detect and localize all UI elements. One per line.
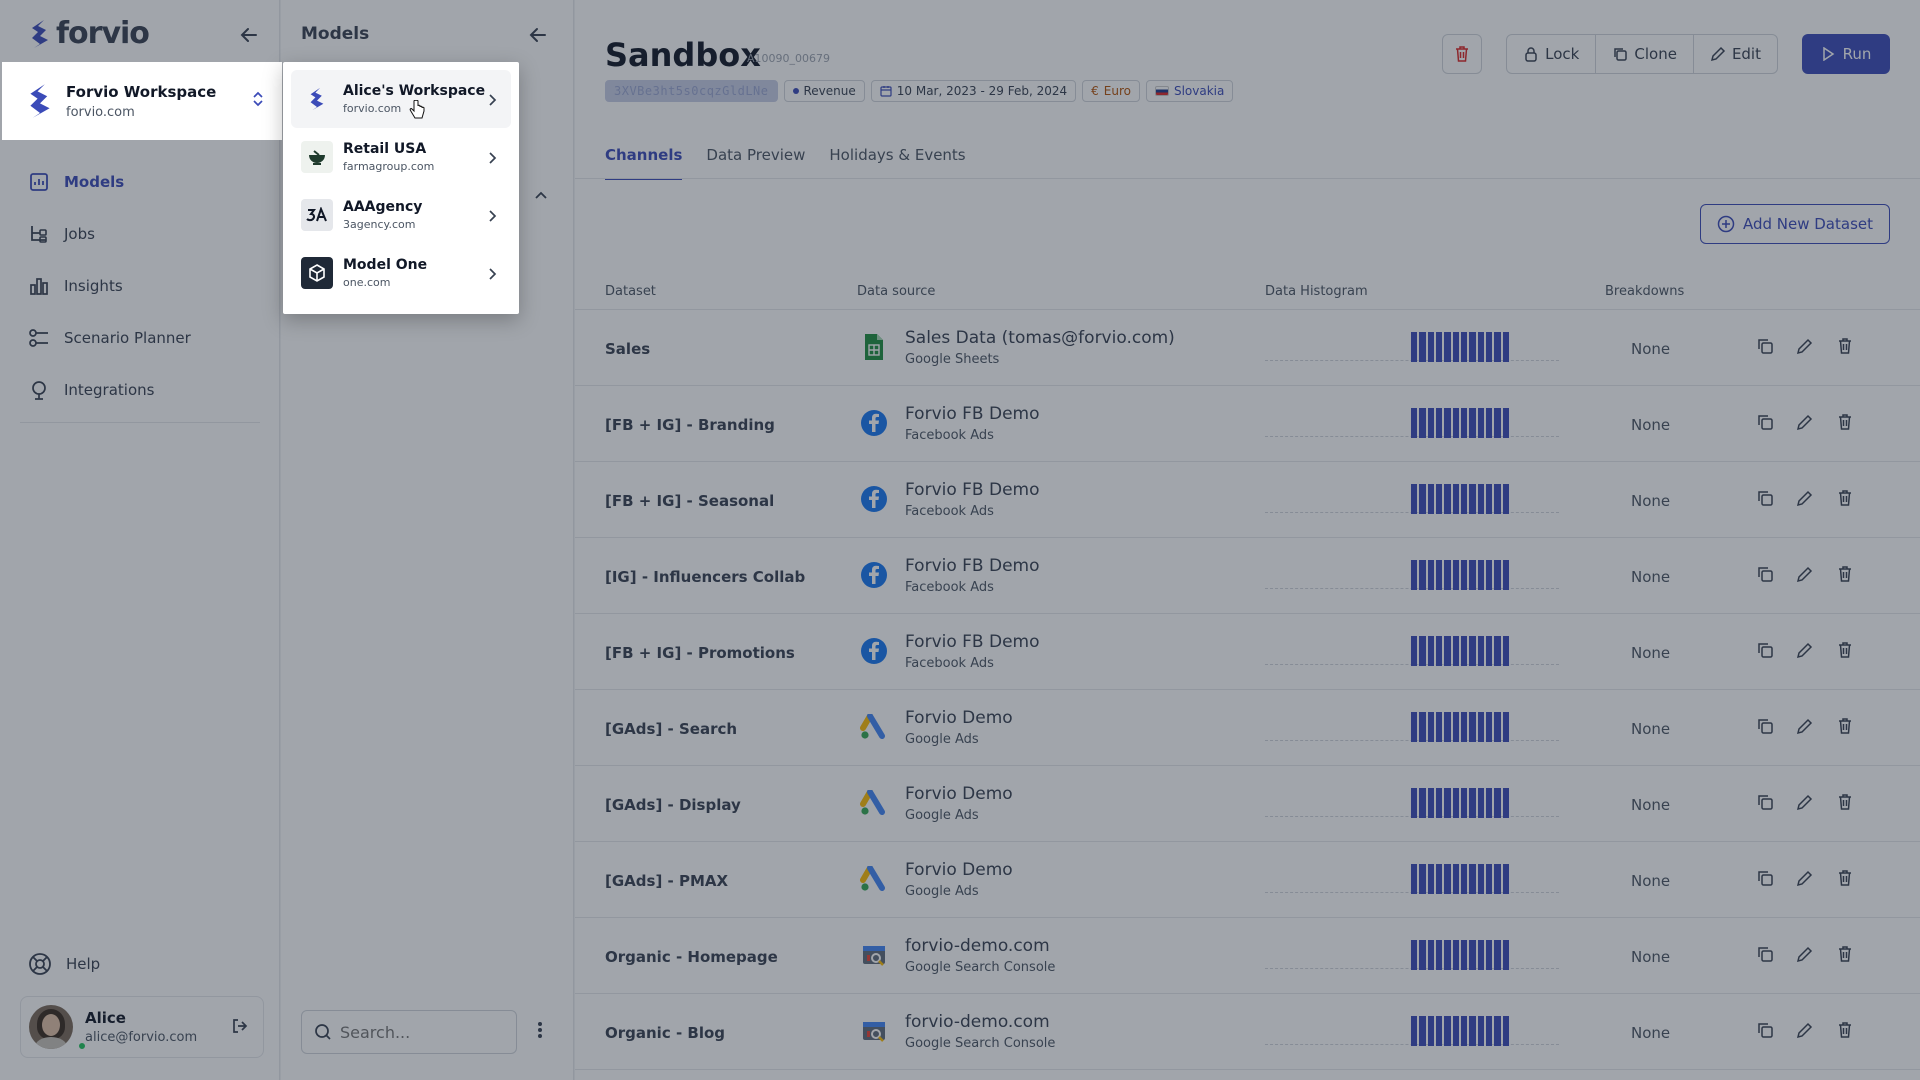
workspace-name: Forvio Workspace bbox=[66, 82, 217, 101]
workspace-option-name: Retail USA bbox=[343, 141, 427, 157]
workspace-option-retail-usa[interactable]: Retail USA farmagroup.com bbox=[291, 128, 511, 186]
aaagency-logo-icon bbox=[301, 199, 333, 231]
chevron-right-icon bbox=[487, 208, 497, 227]
workspace-dropdown: Alice's Workspace forvio.com Retail USA … bbox=[283, 62, 519, 314]
cube-icon bbox=[301, 257, 333, 289]
hand-cursor-icon bbox=[409, 99, 425, 124]
workspace-option-domain: one.com bbox=[343, 276, 391, 289]
workspace-domain: forvio.com bbox=[66, 104, 135, 120]
mortar-icon bbox=[301, 141, 333, 173]
workspace-option-name: AAAgency bbox=[343, 199, 423, 215]
workspace-option-model-one[interactable]: Model One one.com bbox=[291, 244, 511, 302]
workspace-option-alice[interactable]: Alice's Workspace forvio.com bbox=[291, 70, 511, 128]
workspace-option-domain: 3agency.com bbox=[343, 218, 416, 231]
chevron-right-icon bbox=[487, 92, 497, 111]
chevron-right-icon bbox=[487, 150, 497, 169]
workspace-option-aaagency[interactable]: AAAgency 3agency.com bbox=[291, 186, 511, 244]
forvio-logo-icon bbox=[301, 83, 333, 115]
workspace-option-domain: farmagroup.com bbox=[343, 160, 435, 173]
workspace-switcher[interactable]: Forvio Workspace forvio.com bbox=[2, 62, 282, 140]
forvio-logo-icon bbox=[30, 84, 50, 118]
chevron-up-down-icon bbox=[252, 90, 264, 112]
workspace-option-name: Model One bbox=[343, 257, 428, 273]
chevron-right-icon bbox=[487, 266, 497, 285]
workspace-option-name: Alice's Workspace bbox=[343, 83, 486, 99]
